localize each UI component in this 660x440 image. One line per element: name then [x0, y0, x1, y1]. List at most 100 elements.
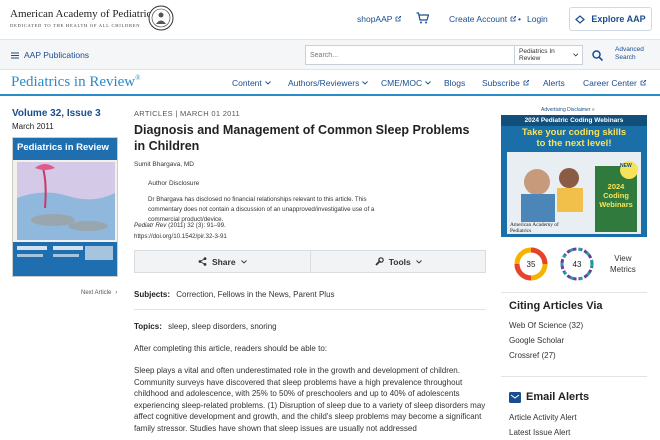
advanced-search-line1: Advanced: [615, 46, 644, 53]
article-subjects: Subjects: Correction, Fellows in the New…: [134, 290, 335, 299]
chevron-down-icon: [415, 259, 422, 264]
latest-issue-alert-link[interactable]: Latest Issue Alert: [509, 425, 577, 440]
citing-articles-list: Web Of Science (32) Google Scholar Cross…: [509, 318, 583, 363]
external-link-icon: [523, 80, 529, 86]
article-doi-link[interactable]: https://doi.org/10.1542/pir.32-3-91: [134, 233, 227, 240]
article-lead: After completing this article, readers s…: [134, 344, 327, 353]
nav-subscribe-label: Subscribe: [482, 78, 520, 88]
altmetric-score: 35: [527, 260, 536, 269]
divider: [134, 309, 486, 310]
share-button[interactable]: Share: [135, 251, 310, 272]
view-metrics-line2: Metrics: [610, 265, 636, 274]
article-type: ARTICLES: [134, 109, 173, 118]
next-article-link[interactable]: Next Article ›: [81, 290, 117, 296]
article-meta: ARTICLES | MARCH 01 2011: [134, 109, 240, 118]
issue-date: March 2011: [12, 122, 54, 131]
author-disclosure-label: Author Disclosure: [148, 180, 200, 187]
external-link-icon: [510, 16, 517, 22]
login-link[interactable]: • Login: [518, 14, 548, 24]
nav-cme-label: CME/MOC: [381, 78, 423, 88]
nav-alerts[interactable]: Alerts: [543, 78, 565, 88]
nav-alerts-label: Alerts: [543, 78, 565, 88]
cover-journal-title: Pediatrics in Review: [17, 142, 109, 153]
chevron-down-icon: [572, 53, 578, 57]
article-author[interactable]: Sumit Bhargava, MD: [134, 161, 194, 168]
login-separator: •: [518, 14, 521, 24]
article-body-paragraph: Sleep plays a vital and often underestim…: [134, 366, 486, 433]
search-input[interactable]: [305, 45, 515, 65]
email-alerts-list: Article Activity Alert Latest Issue Aler…: [509, 410, 577, 440]
citation-details: (2011) 32 (3): 91–99.: [168, 222, 226, 229]
ad-headline-line2: to the next level!: [536, 138, 612, 149]
chevron-down-icon: [240, 259, 247, 264]
topics-links[interactable]: sleep, sleep disorders, snoring: [168, 322, 277, 331]
external-link-icon: [640, 80, 646, 86]
nav-authors-reviewers[interactable]: Authors/Reviewers: [288, 78, 369, 88]
issue-cover-image[interactable]: Pediatrics in Review: [12, 137, 118, 277]
external-link-icon: [396, 16, 402, 22]
menu-icon: [11, 52, 19, 58]
shop-aap-link[interactable]: shopAAP: [357, 14, 402, 24]
explore-aap-button[interactable]: Explore AAP: [569, 7, 652, 31]
nav-subscribe[interactable]: Subscribe: [482, 78, 529, 88]
share-label: Share: [211, 256, 236, 267]
top-bar: American Academy of Pediatrics DEDICATED…: [0, 0, 660, 40]
search-icon: [591, 49, 603, 61]
create-account-link[interactable]: Create Account: [449, 14, 517, 24]
issue-volume-link[interactable]: Volume 32, Issue 3: [12, 108, 101, 119]
altmetric-donut-icon[interactable]: 35: [514, 247, 548, 281]
divider: [501, 292, 647, 293]
share-icon: [198, 257, 207, 266]
citation-journal: Pediatr Rev: [134, 222, 167, 229]
view-metrics-link[interactable]: View Metrics: [610, 253, 636, 275]
advertisement-banner[interactable]: 2024 Pediatric Coding Webinars Take your…: [501, 115, 647, 237]
citing-crossref-link[interactable]: Crossref (27): [509, 348, 583, 363]
ad-headline-line1: Take your coding skills: [521, 127, 627, 138]
citing-web-of-science-link[interactable]: Web Of Science (32): [509, 318, 583, 333]
dimensions-badge-icon[interactable]: 43: [560, 247, 594, 281]
journal-nav-bar: Pediatrics in Review® Content Authors/Re…: [0, 70, 660, 96]
topics-label: Topics:: [134, 322, 162, 331]
ad-org-name: American Academy of Pediatrics: [510, 222, 559, 234]
search-scope-select[interactable]: Pediatrics In Review: [514, 45, 583, 65]
create-account-label: Create Account: [449, 14, 508, 24]
next-article-label: Next Article: [81, 290, 112, 296]
wrench-icon: [375, 256, 384, 266]
search-button[interactable]: [589, 46, 605, 64]
article-activity-alert-link[interactable]: Article Activity Alert: [509, 410, 577, 425]
cart-icon[interactable]: [416, 12, 429, 24]
search-scope-label: Pediatrics In Review: [519, 48, 555, 62]
citing-articles-heading: Citing Articles Via: [509, 300, 603, 312]
advanced-search-link[interactable]: Advanced Search: [615, 46, 644, 62]
chevron-down-icon: [264, 81, 271, 85]
view-metrics-line1: View: [614, 254, 632, 263]
nav-content[interactable]: Content: [232, 78, 271, 88]
chevron-right-icon: ›: [115, 290, 118, 296]
journal-title[interactable]: Pediatrics in Review®: [11, 74, 140, 91]
nav-authors-label: Authors/Reviewers: [288, 78, 360, 88]
journal-title-text: Pediatrics in Review: [11, 74, 136, 90]
ad-promo-line2: Coding: [603, 191, 629, 200]
ad-top-line: 2024 Pediatric Coding Webinars: [501, 115, 647, 126]
tools-button[interactable]: Tools: [311, 251, 486, 272]
subjects-links[interactable]: Correction, Fellows in the News, Parent …: [176, 290, 334, 299]
chevron-down-icon: [425, 81, 431, 85]
nav-cme-moc[interactable]: CME/MOC: [381, 78, 431, 88]
nav-blogs[interactable]: Blogs: [444, 78, 465, 88]
mail-icon: [509, 391, 521, 403]
email-alerts-title: Email Alerts: [526, 391, 590, 403]
trademark: ®: [135, 74, 141, 82]
aap-name: American Academy of Pediatrics: [10, 8, 156, 20]
aap-publications-menu[interactable]: AAP Publications: [11, 50, 89, 60]
tools-label: Tools: [388, 256, 411, 267]
ad-promo-line3: Webinars: [599, 200, 633, 209]
aap-logo[interactable]: American Academy of Pediatrics DEDICATED…: [10, 5, 174, 35]
nav-career-center[interactable]: Career Center: [583, 78, 646, 88]
aap-publications-label: AAP Publications: [24, 50, 90, 60]
ad-body: NEW 2024 Coding Webinars American Academ…: [507, 152, 641, 234]
citing-google-scholar-link[interactable]: Google Scholar: [509, 333, 583, 348]
ad-promo: 2024 Coding Webinars: [597, 182, 635, 209]
advertising-disclaimer-link[interactable]: Advertising Disclaimer »: [541, 107, 595, 113]
explore-aap-label: Explore AAP: [591, 14, 646, 24]
ad-promo-line1: 2024: [607, 182, 625, 191]
